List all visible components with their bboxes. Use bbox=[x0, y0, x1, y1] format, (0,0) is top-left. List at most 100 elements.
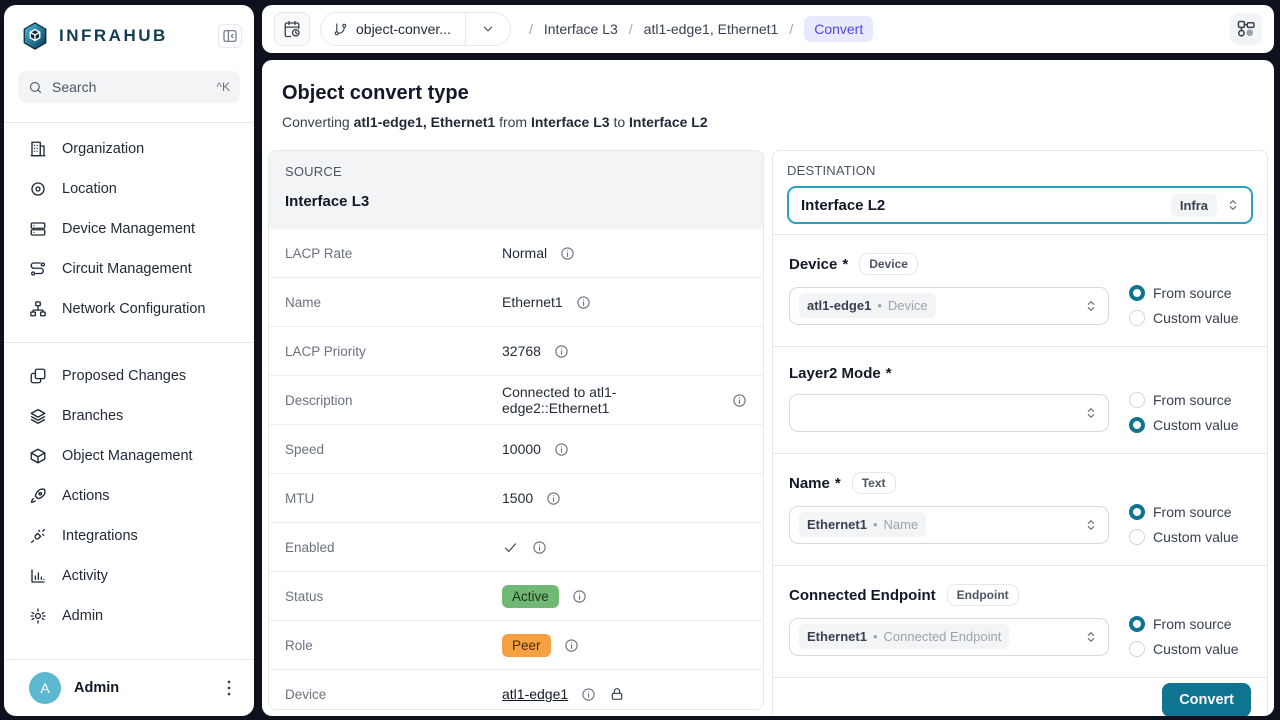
sidebar-item-location[interactable]: Location bbox=[4, 169, 254, 209]
page-header: Object convert type Converting atl1-edge… bbox=[262, 60, 1274, 150]
destination-panel-header: DESTINATION Interface L2 Infra bbox=[773, 151, 1267, 234]
source-value: 32768 bbox=[502, 343, 541, 359]
rocket-icon bbox=[29, 487, 47, 505]
box-icon bbox=[29, 447, 47, 465]
page-title: Object convert type bbox=[282, 82, 1254, 105]
info-icon[interactable] bbox=[546, 491, 561, 506]
git-branch-icon bbox=[333, 22, 348, 37]
radio-icon bbox=[1129, 417, 1145, 433]
breadcrumb-item-convert[interactable]: Convert bbox=[804, 16, 873, 42]
chevrons-up-down-icon bbox=[1083, 517, 1099, 533]
source-row-role: Role Peer bbox=[269, 621, 763, 670]
diff-icon bbox=[29, 367, 47, 385]
radio-from-source[interactable]: From source bbox=[1129, 392, 1251, 408]
info-icon[interactable] bbox=[732, 393, 747, 408]
status-badge: Active bbox=[502, 585, 559, 608]
source-value: 10000 bbox=[502, 441, 541, 457]
schema-visualizer-icon[interactable] bbox=[1230, 13, 1262, 45]
radio-from-source[interactable]: From source bbox=[1129, 504, 1251, 520]
source-value: Connected to atl1-edge2::Ethernet1 bbox=[502, 384, 719, 416]
radio-custom-value[interactable]: Custom value bbox=[1129, 529, 1251, 545]
branch-dropdown-toggle[interactable] bbox=[465, 13, 510, 45]
info-icon[interactable] bbox=[564, 638, 579, 653]
breadcrumb: /Interface L3/atl1-edge1, Ethernet1/Conv… bbox=[529, 16, 873, 42]
search-placeholder: Search bbox=[52, 79, 216, 95]
breadcrumb-separator: / bbox=[529, 21, 533, 37]
server-icon bbox=[29, 220, 47, 238]
info-icon[interactable] bbox=[560, 246, 575, 261]
sidebar-item-activity[interactable]: Activity bbox=[4, 556, 254, 596]
source-type: Interface L3 bbox=[285, 193, 747, 210]
field-select[interactable]: Ethernet1•Name bbox=[789, 506, 1109, 544]
source-panel-header: SOURCE Interface L3 bbox=[269, 151, 763, 229]
destination-field-layer2-mode: Layer2 Mode * From source Custom value bbox=[773, 346, 1267, 453]
related-object-link[interactable]: atl1-edge1 bbox=[502, 686, 568, 702]
sidebar-item-actions[interactable]: Actions bbox=[4, 476, 254, 516]
sidebar-item-proposed-changes[interactable]: Proposed Changes bbox=[4, 356, 254, 396]
source-section-label: SOURCE bbox=[285, 164, 747, 179]
source-row-description: Description Connected to atl1-edge2::Eth… bbox=[269, 376, 763, 425]
top-bar: object-conver... /Interface L3/atl1-edge… bbox=[262, 5, 1274, 53]
destination-type-value: Interface L2 bbox=[801, 197, 1171, 214]
chevron-down-icon bbox=[481, 22, 495, 36]
required-asterisk: * bbox=[886, 365, 892, 382]
gear-icon bbox=[29, 607, 47, 625]
info-icon[interactable] bbox=[572, 589, 587, 604]
info-icon[interactable] bbox=[554, 344, 569, 359]
source-row-label: MTU bbox=[285, 491, 502, 506]
info-icon[interactable] bbox=[576, 295, 591, 310]
lock-icon bbox=[609, 686, 625, 702]
sidebar-item-network-configuration[interactable]: Network Configuration bbox=[4, 289, 254, 329]
field-select[interactable] bbox=[789, 394, 1109, 432]
field-name: Layer2 Mode bbox=[789, 365, 881, 382]
info-icon[interactable] bbox=[581, 687, 596, 702]
source-row-label: Status bbox=[285, 589, 502, 604]
destination-footer: Convert bbox=[773, 677, 1267, 716]
sidebar-item-circuit-management[interactable]: Circuit Management bbox=[4, 249, 254, 289]
sidebar-collapse-icon[interactable] bbox=[218, 24, 242, 48]
field-select[interactable]: atl1-edge1•Device bbox=[789, 287, 1109, 325]
branch-selector[interactable]: object-conver... bbox=[320, 12, 511, 46]
field-kind-badge: Device bbox=[859, 253, 918, 275]
destination-section-label: DESTINATION bbox=[787, 163, 1253, 178]
radio-custom-value[interactable]: Custom value bbox=[1129, 310, 1251, 326]
sidebar-divider bbox=[4, 342, 254, 343]
radio-icon bbox=[1129, 529, 1145, 545]
user-row[interactable]: A Admin bbox=[4, 659, 254, 716]
destination-field-device: Device * Device atl1-edge1•Device From s… bbox=[773, 234, 1267, 346]
search-input[interactable]: Search ^K bbox=[18, 71, 240, 103]
radio-icon bbox=[1129, 392, 1145, 408]
infrahub-logo-icon bbox=[20, 20, 50, 52]
radio-from-source[interactable]: From source bbox=[1129, 285, 1251, 301]
convert-button[interactable]: Convert bbox=[1162, 683, 1251, 716]
status-badge: Peer bbox=[502, 634, 551, 657]
destination-type-select[interactable]: Interface L2 Infra bbox=[787, 186, 1253, 224]
source-row-status: Status Active bbox=[269, 572, 763, 621]
search-shortcut: ^K bbox=[216, 80, 230, 94]
source-row-lacp-rate: LACP Rate Normal bbox=[269, 229, 763, 278]
breadcrumb-item-atl1-edge1-ethernet1[interactable]: atl1-edge1, Ethernet1 bbox=[644, 21, 779, 37]
chevrons-up-down-icon bbox=[1225, 197, 1241, 213]
radio-from-source[interactable]: From source bbox=[1129, 616, 1251, 632]
plug-icon bbox=[29, 527, 47, 545]
info-icon[interactable] bbox=[532, 540, 547, 555]
source-row-label: Speed bbox=[285, 442, 502, 457]
sidebar-item-admin[interactable]: Admin bbox=[4, 596, 254, 636]
breadcrumb-item-interface-l3[interactable]: Interface L3 bbox=[544, 21, 618, 37]
source-rows: LACP Rate Normal Name Ethernet1 LACP Pri… bbox=[269, 229, 763, 710]
radio-custom-value[interactable]: Custom value bbox=[1129, 641, 1251, 657]
field-name: Name bbox=[789, 475, 830, 492]
sidebar-item-object-management[interactable]: Object Management bbox=[4, 436, 254, 476]
sidebar-item-integrations[interactable]: Integrations bbox=[4, 516, 254, 556]
radio-custom-value[interactable]: Custom value bbox=[1129, 417, 1251, 433]
sidebar-item-device-management[interactable]: Device Management bbox=[4, 209, 254, 249]
calendar-clock-icon[interactable] bbox=[274, 12, 310, 46]
page-subtitle: Converting atl1-edge1, Ethernet1 from In… bbox=[282, 114, 1254, 130]
source-row-speed: Speed 10000 bbox=[269, 425, 763, 474]
info-icon[interactable] bbox=[554, 442, 569, 457]
namespace-badge: Infra bbox=[1171, 194, 1217, 217]
sidebar-item-branches[interactable]: Branches bbox=[4, 396, 254, 436]
sidebar-item-organization[interactable]: Organization bbox=[4, 129, 254, 169]
user-menu-kebab-icon[interactable] bbox=[218, 677, 240, 699]
field-select[interactable]: Ethernet1•Connected Endpoint bbox=[789, 618, 1109, 656]
